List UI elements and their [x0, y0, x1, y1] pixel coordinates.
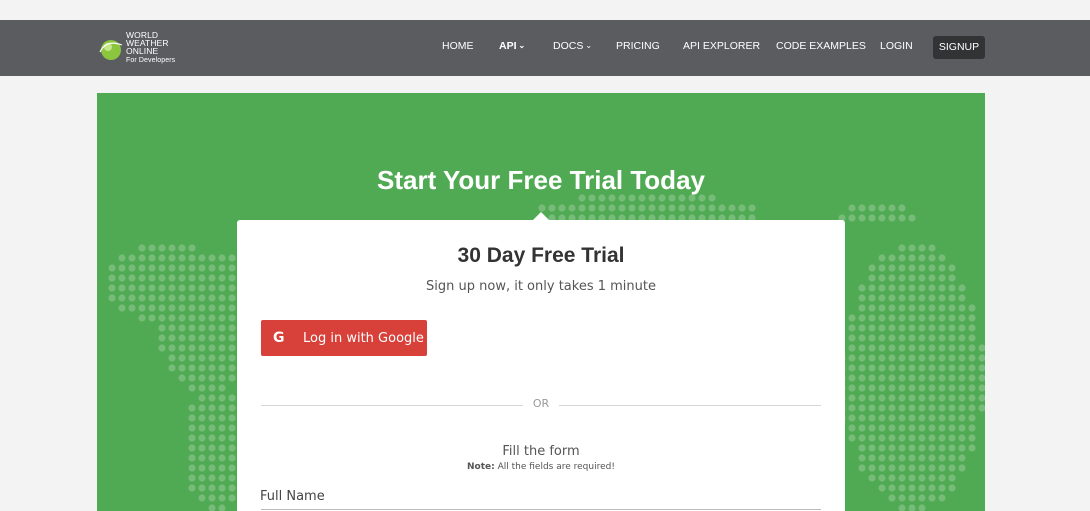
- google-login-button[interactable]: G Log in with Google: [261, 320, 427, 356]
- nav-code-examples[interactable]: CODE EXAMPLES: [776, 40, 866, 52]
- signup-button[interactable]: SIGNUP: [933, 36, 985, 59]
- hero-title: Start Your Free Trial Today: [377, 165, 705, 195]
- note-label: Note:: [467, 462, 495, 472]
- nav-login[interactable]: LOGIN: [880, 40, 913, 52]
- top-navbar: WORLD WEATHER ONLINE For Developers HOME…: [0, 20, 1090, 76]
- nav-home-label: HOME: [442, 40, 474, 52]
- globe-logo-icon: [99, 40, 123, 60]
- or-separator: OR: [532, 397, 550, 410]
- form-title: Fill the form: [502, 444, 580, 459]
- chevron-down-icon: ⌄: [518, 41, 526, 50]
- signup-card: 30 Day Free Trial Sign up now, it only t…: [237, 212, 845, 511]
- nav-docs[interactable]: DOCS ⌄: [553, 40, 592, 52]
- site-logo[interactable]: WORLD WEATHER ONLINE For Developers: [98, 31, 198, 71]
- card-subtitle: Sign up now, it only takes 1 minute: [426, 279, 656, 294]
- nav-docs-label: DOCS: [553, 40, 584, 52]
- nav-pricing[interactable]: PRICING: [616, 40, 660, 52]
- chevron-down-icon: ⌄: [585, 41, 593, 50]
- google-icon: G: [273, 330, 285, 346]
- full-name-field[interactable]: [261, 509, 821, 510]
- card-pointer: [533, 212, 549, 220]
- divider-right: [559, 405, 821, 406]
- nav-pricing-label: PRICING: [616, 40, 660, 52]
- nav-home[interactable]: HOME: [442, 40, 474, 52]
- full-name-label: Full Name: [260, 489, 325, 504]
- nav-api[interactable]: API ⌄: [499, 40, 525, 52]
- nav-api-label: API: [499, 40, 517, 52]
- nav-api-explorer[interactable]: API EXPLORER: [683, 40, 760, 52]
- logo-tagline: For Developers: [126, 57, 176, 64]
- form-note: Note: All the fields are required!: [237, 462, 845, 472]
- nav-code-examples-label: CODE EXAMPLES: [776, 40, 866, 52]
- note-text: All the fields are required!: [494, 462, 615, 472]
- nav-api-explorer-label: API EXPLORER: [683, 40, 761, 52]
- logo-text: WORLD WEATHER ONLINE For Developers: [126, 31, 175, 65]
- card-title: 30 Day Free Trial: [457, 244, 625, 267]
- logo-line-online: ONLINE: [126, 46, 159, 56]
- google-login-label: Log in with Google: [303, 331, 424, 346]
- nav-login-label: LOGIN: [880, 40, 913, 52]
